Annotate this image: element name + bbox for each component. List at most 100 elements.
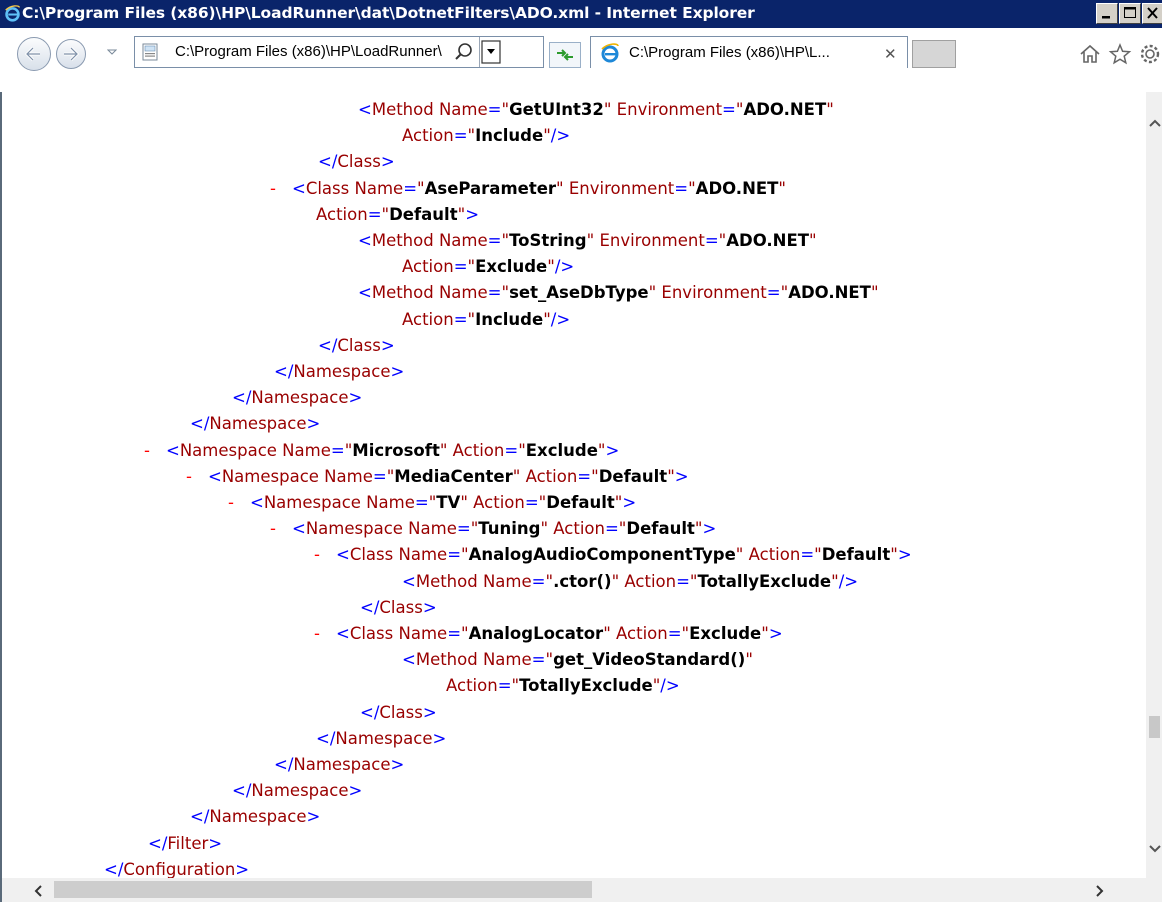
xml-line: <Method Name="set_AseDbType" Environment… [358,283,879,303]
xml-line: </Namespace> [190,414,320,434]
xml-line: </Class> [318,152,395,172]
minimize-button[interactable] [1096,3,1118,24]
collapse-toggle[interactable]: - [314,545,336,565]
xml-token: = [456,519,471,539]
xml-token: Class [349,545,394,565]
gear-icon[interactable] [1138,42,1162,66]
address-dropdown-button[interactable] [479,37,502,67]
xml-token: " [761,624,769,643]
collapse-toggle[interactable]: - [270,179,292,199]
xml-document-view: <Method Name="GetUInt32" Environment="AD… [0,92,1146,878]
star-icon[interactable] [1108,42,1132,66]
collapse-toggle[interactable]: - [314,624,336,644]
xml-token: Action [447,440,505,460]
scroll-up-icon[interactable] [1148,116,1162,130]
home-icon[interactable] [1078,42,1102,66]
window-title: C:\Program Files (x86)\HP\LoadRunner\dat… [22,4,755,22]
xml-token: Namespace [293,755,391,774]
xml-token: Default [821,545,891,565]
collapse-toggle[interactable]: - [144,441,166,461]
xml-token: set_AseDbType [509,283,649,303]
xml-line: </Configuration> [104,860,249,878]
xml-token: = [676,571,690,591]
xml-token: > [432,728,447,748]
xml-line: Action="Exclude"/> [402,257,574,277]
address-bar[interactable]: C:\Program Files (x86)\HP\LoadRunner\ [134,36,544,68]
maximize-button[interactable] [1119,3,1141,24]
scroll-left-icon[interactable] [32,884,46,898]
collapse-toggle[interactable]: - [228,493,250,513]
xml-token: " [501,231,510,250]
xml-token: Name [276,440,331,460]
xml-token: = [403,178,418,198]
search-icon[interactable] [453,41,475,63]
xml-token: " [461,624,469,643]
collapse-toggle[interactable]: - [186,467,208,487]
xml-token: = [453,309,468,329]
xml-token: Namespace [209,807,307,827]
xml-token: Exclude [689,624,762,643]
vertical-scroll-thumb[interactable] [1149,716,1160,738]
vertical-scrollbar[interactable] [1146,92,1162,878]
xml-token: " [814,545,822,565]
xml-token: > [306,807,321,827]
xml-token: = [414,493,429,512]
xml-token: < [292,519,306,539]
xml-token: = [447,624,462,643]
xml-token: Class [337,152,381,172]
back-button[interactable] [17,37,51,71]
xml-token: = [524,493,539,512]
xml-token: ADO.NET [788,283,871,303]
xml-token: </ [360,597,380,617]
refresh-button[interactable] [549,42,581,68]
tab-close-button[interactable]: ✕ [884,45,897,63]
xml-token: " [667,466,675,486]
xml-token: Action [446,676,498,696]
address-text[interactable]: C:\Program Files (x86)\HP\LoadRunner\ [175,43,445,60]
scroll-right-icon[interactable] [1092,884,1106,898]
xml-token: < [358,283,372,303]
xml-token: < [402,571,416,591]
recent-pages-dropdown-icon[interactable] [107,47,117,57]
xml-line: Action="TotallyExclude"/> [446,676,680,696]
xml-token: " [778,178,786,198]
xml-token: = [487,100,502,119]
xml-token: > [348,781,363,801]
xml-token: Namespace [251,781,349,801]
xml-token: < [292,178,306,198]
xml-token: > [390,755,405,774]
xml-token: MediaCenter [394,466,513,486]
xml-token: = [604,519,619,539]
xml-token: </ [232,781,252,801]
xml-line: Action="Include"/> [402,126,570,146]
xml-token: /> [550,126,571,146]
xml-token: = [504,440,519,460]
xml-token: Class [379,597,423,617]
xml-token: > [235,859,250,878]
xml-token: Namespace [251,388,349,408]
xml-token: Default [546,493,615,512]
xml-line: </Class> [360,598,437,618]
xml-line: <Method Name="get_VideoStandard()" [402,650,753,670]
xml-token: " [556,178,564,198]
xml-line: </Namespace> [274,362,404,382]
xml-token: Action [610,624,668,643]
collapse-toggle[interactable]: - [270,519,292,539]
xml-token: </ [274,362,294,381]
ie-logo-icon [601,43,619,63]
xml-token: ADO.NET [726,231,809,250]
tab-active[interactable]: C:\Program Files (x86)\HP\L... ✕ [590,36,908,68]
xml-line: </Filter> [148,834,222,854]
new-tab-button[interactable] [912,40,956,68]
xml-token: Configuration [123,859,236,878]
xml-token: " [545,571,554,591]
xml-line: - <Namespace Name="Tuning" Action="Defaul… [270,519,716,539]
scroll-down-icon[interactable] [1148,842,1162,856]
xml-token: AnalogLocator [468,624,604,643]
xml-token: > [465,204,480,224]
horizontal-scroll-thumb[interactable] [54,881,592,898]
xml-token: > [622,493,637,512]
forward-button[interactable] [56,39,86,69]
xml-token: " [831,571,839,591]
close-button[interactable] [1142,3,1162,24]
